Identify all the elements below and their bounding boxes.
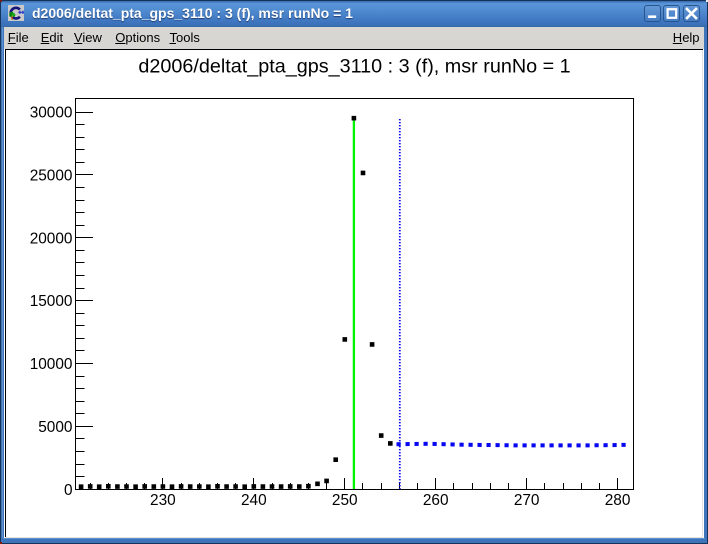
svg-text:250: 250 <box>332 492 358 509</box>
svg-text:30000: 30000 <box>30 105 73 122</box>
svg-text:0: 0 <box>64 482 73 499</box>
svg-text:d2006/deltat_pta_gps_3110 : 3: d2006/deltat_pta_gps_3110 : 3 (f), msr r… <box>138 56 570 78</box>
svg-text:5000: 5000 <box>38 419 72 436</box>
svg-text:10000: 10000 <box>30 356 73 373</box>
svg-text:270: 270 <box>514 492 540 509</box>
svg-text:20000: 20000 <box>30 230 73 247</box>
svg-text:280: 280 <box>605 492 631 509</box>
svg-text:230: 230 <box>150 492 176 509</box>
svg-text:240: 240 <box>241 492 267 509</box>
svg-text:15000: 15000 <box>30 293 73 310</box>
svg-text:25000: 25000 <box>30 167 73 184</box>
svg-text:260: 260 <box>423 492 449 509</box>
